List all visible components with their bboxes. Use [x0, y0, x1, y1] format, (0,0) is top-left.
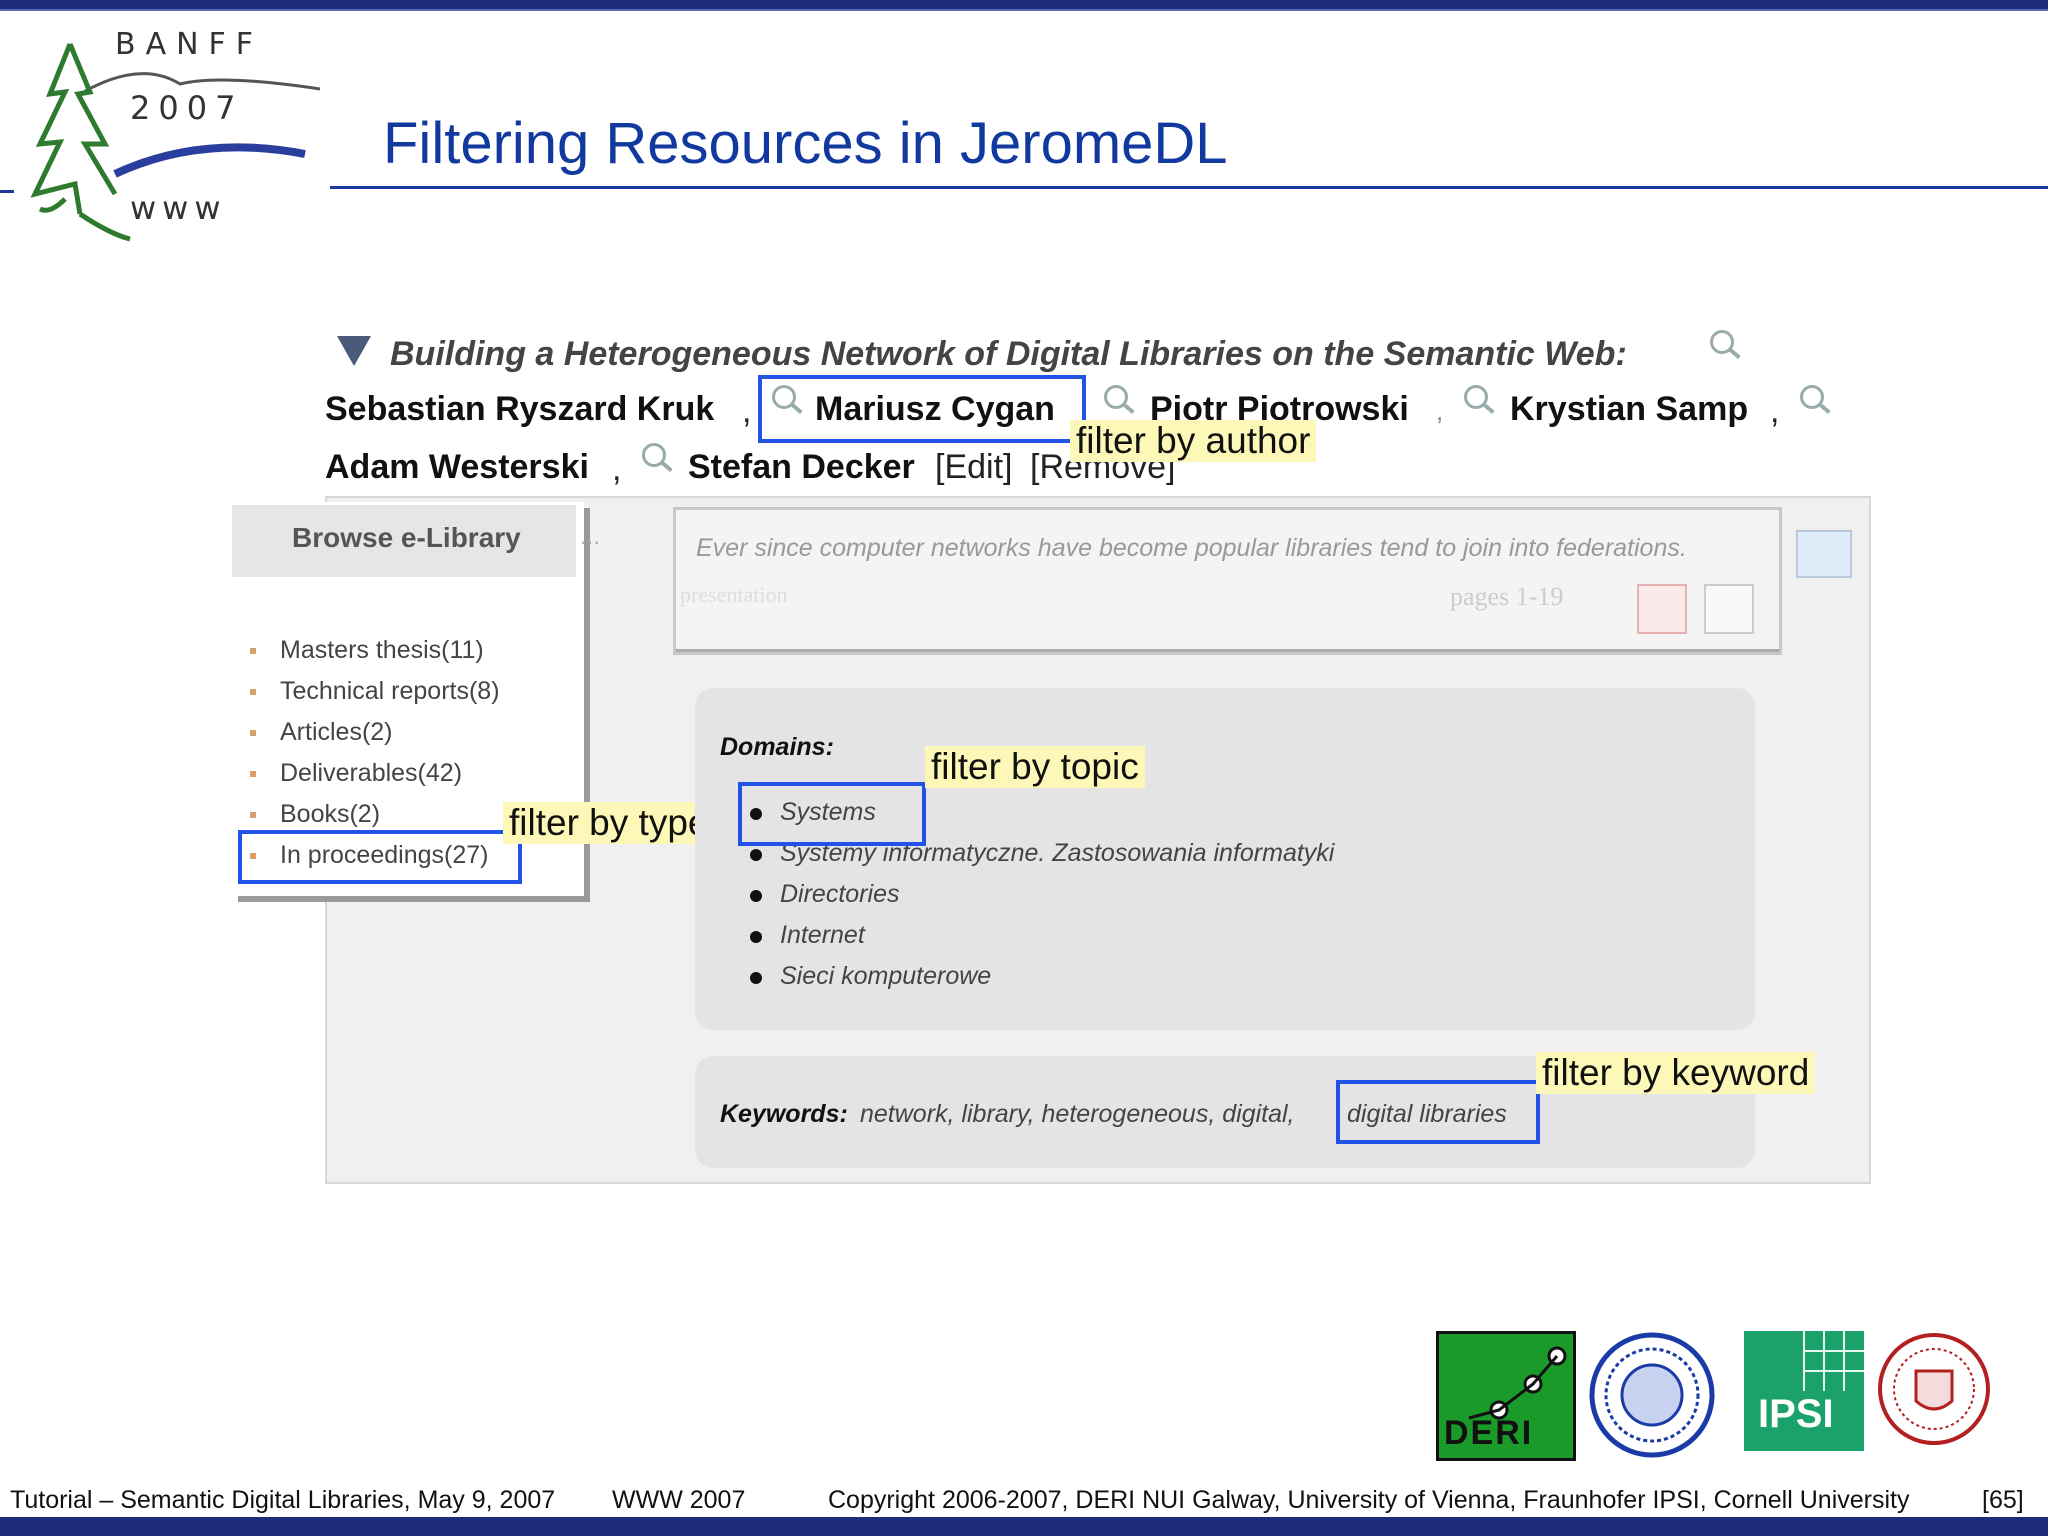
callout-filter-by-topic: filter by topic [925, 746, 1145, 788]
title-divider-left [0, 190, 14, 193]
footer-conference: WWW 2007 [612, 1486, 746, 1514]
expand-icon[interactable] [1796, 530, 1852, 578]
author-separator: , [742, 392, 752, 430]
category-books[interactable]: Books(2) [280, 800, 380, 829]
ipsi-logo-text: IPSI [1758, 1392, 1834, 1436]
category-deliverables[interactable]: Deliverables(42) [280, 759, 462, 788]
callout-filter-by-author: filter by author [1070, 420, 1317, 462]
author-decker[interactable]: Stefan Decker [688, 448, 915, 487]
author-westerski[interactable]: Adam Westerski [325, 448, 589, 487]
presentation-label: presentation [680, 582, 788, 607]
keywords-label: Keywords: [720, 1100, 848, 1128]
banff-2007-logo: BANFF 2007 www [30, 27, 321, 242]
search-icon[interactable] [642, 443, 666, 467]
search-icon[interactable] [1104, 385, 1128, 409]
logo-text-www: www [130, 189, 227, 227]
top-bar-accent [0, 9, 2048, 11]
footer-page-number: [65] [1982, 1486, 2024, 1514]
type-highlight-box [238, 830, 522, 884]
footer-copyright: Copyright 2006-2007, DERI NUI Galway, Un… [828, 1486, 1910, 1514]
abstract-text: Ever since computer networks have become… [696, 534, 1687, 562]
search-icon[interactable] [1800, 385, 1824, 409]
cornell-university-seal [1878, 1333, 1990, 1445]
browse-title[interactable]: Browse e-Library [292, 522, 521, 554]
keyword-highlight-box [1336, 1080, 1540, 1144]
category-articles[interactable]: Articles(2) [280, 718, 393, 747]
edit-link[interactable]: [Edit] [935, 448, 1012, 487]
logo-text-year: 2007 [130, 89, 243, 127]
bullet-icon [750, 972, 762, 984]
pages-label: pages 1-19 [1450, 582, 1564, 611]
bullet-icon [250, 689, 256, 695]
bullet-icon [250, 648, 256, 654]
category-technical-reports[interactable]: Technical reports(8) [280, 677, 500, 706]
footer-bar [0, 1517, 2048, 1536]
slide-title: Filtering Resources in JeromeDL [383, 111, 1228, 176]
bullet-icon [750, 931, 762, 943]
author-highlight-box [758, 375, 1086, 443]
author-samp[interactable]: Krystian Samp [1510, 390, 1748, 429]
pdf-icon[interactable] [1637, 584, 1687, 634]
university-of-vienna-seal [1589, 1332, 1715, 1458]
domain-internet[interactable]: Internet [780, 921, 865, 950]
category-masters-thesis[interactable]: Masters thesis(11) [280, 636, 484, 665]
top-bar [0, 0, 2048, 9]
bullet-icon [250, 730, 256, 736]
bullet-icon [750, 890, 762, 902]
author-separator: , [1770, 392, 1780, 430]
document-icon[interactable] [1704, 584, 1754, 634]
footer-tutorial-info: Tutorial – Semantic Digital Libraries, M… [10, 1486, 556, 1514]
bullet-icon [250, 771, 256, 777]
bullet-icon [250, 812, 256, 818]
callout-filter-by-type: filter by type [503, 802, 715, 844]
topic-highlight-box [738, 782, 926, 846]
domains-label: Domains: [720, 733, 834, 761]
author-separator: , [612, 450, 622, 488]
bullet-icon [750, 849, 762, 861]
domain-sieci-komputerowe[interactable]: Sieci komputerowe [780, 962, 991, 991]
author-kruk[interactable]: Sebastian Ryszard Kruk [325, 390, 714, 429]
domain-directories[interactable]: Directories [780, 880, 899, 909]
author-separator: , [1436, 396, 1444, 426]
search-icon[interactable] [1464, 385, 1488, 409]
deri-logo-text: DERI [1444, 1414, 1534, 1452]
resource-title[interactable]: Building a Heterogeneous Network of Digi… [390, 335, 1627, 374]
abstract-box [673, 507, 1782, 655]
callout-filter-by-keyword: filter by keyword [1536, 1052, 1816, 1094]
browse-toggle-icon[interactable]: ⋯ [580, 530, 600, 555]
keywords-values[interactable]: network, library, heterogeneous, digital… [860, 1100, 1295, 1129]
search-icon[interactable] [1710, 330, 1734, 354]
collapse-triangle-icon[interactable] [337, 336, 371, 366]
logo-text-banff: BANFF [115, 27, 263, 62]
title-divider [330, 186, 2048, 189]
